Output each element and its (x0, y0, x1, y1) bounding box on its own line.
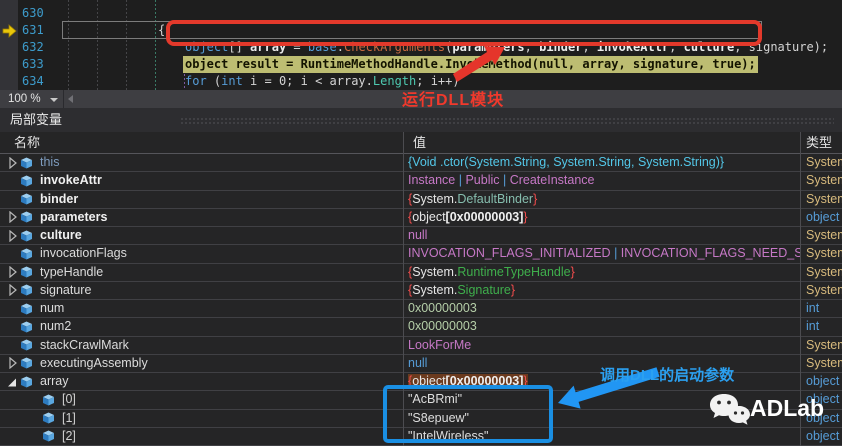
variable-name: executingAssembly (40, 355, 148, 370)
expander-collapsed-icon[interactable] (6, 156, 20, 169)
variable-name: num (40, 301, 65, 316)
variable-value: 0x00000003 (408, 301, 477, 315)
current-statement-arrow-icon (2, 24, 17, 38)
variable-name: invocationFlags (40, 246, 127, 261)
variable-type: System (806, 337, 842, 352)
variable-icon (21, 284, 32, 296)
variable-name: signature (40, 282, 92, 297)
variable-type: System (806, 246, 842, 261)
vs-debugger-screen: 630 { 631 object[] array = base.CheckArg… (0, 0, 842, 446)
variable-icon (21, 357, 32, 369)
variable-name: num2 (40, 319, 72, 334)
panel-grip-dots (180, 117, 834, 125)
variable-icon (21, 193, 32, 205)
variable-value: null (408, 228, 428, 242)
blue-annotation-label: 调用DLL的启动参数 (600, 367, 735, 384)
expander-collapsed-icon[interactable] (6, 211, 20, 224)
variable-icon (21, 266, 32, 278)
variable-icon (21, 230, 32, 242)
variable-type: System (806, 355, 842, 370)
variable-name: invokeAttr (40, 173, 102, 188)
column-header-value[interactable]: 值 (413, 132, 426, 154)
variable-type: object (806, 209, 840, 224)
variable-icon (21, 248, 32, 260)
locals-row-this[interactable]: this {Void .ctor(System.String, System.S… (0, 154, 842, 173)
chevron-down-icon (50, 98, 58, 102)
variable-name: typeHandle (40, 264, 104, 279)
variable-type: System (806, 173, 842, 188)
variable-icon (21, 157, 32, 169)
variable-type: System (806, 191, 842, 206)
column-header-name[interactable]: 名称 (14, 132, 40, 154)
variable-value: System. (412, 264, 458, 279)
locals-row-num[interactable]: num 0x00000003 int (0, 300, 842, 319)
variable-icon (21, 321, 32, 333)
locals-row-culture[interactable]: culture null System (0, 227, 842, 246)
variable-value: LookForMe (408, 337, 472, 352)
variable-icon (21, 175, 32, 187)
code-line: 634 { (0, 56, 842, 88)
locals-row-invocationFlags[interactable]: invocationFlags INVOCATION_FLAGS_INITIAL… (0, 245, 842, 264)
variable-type: object (806, 374, 840, 388)
variable-value: object (412, 209, 446, 224)
red-annotation-arrow (453, 46, 505, 82)
variable-name: [2] (62, 428, 76, 443)
variable-icon (21, 339, 32, 351)
variable-name: stackCrawlMark (40, 337, 129, 352)
expander-expanded-icon[interactable] (6, 376, 20, 388)
expander-collapsed-icon[interactable] (6, 229, 20, 242)
variable-value: System. (412, 191, 458, 206)
variable-icon (43, 430, 54, 442)
variable-value: INVOCATION_FLAGS_INITIALIZED (408, 246, 611, 261)
zoom-dropdown-button[interactable] (46, 90, 62, 108)
variable-name: culture (40, 228, 82, 243)
variable-type: System (806, 228, 842, 242)
locals-row-stackCrawlMark[interactable]: stackCrawlMark LookForMe System (0, 337, 842, 355)
locals-row-typeHandle[interactable]: typeHandle {System.RuntimeTypeHandle} Sy… (0, 264, 842, 282)
column-header-type[interactable]: 类型 (806, 132, 832, 154)
variable-value: 0x00000003 (408, 319, 477, 334)
variable-type: int (806, 301, 820, 315)
variable-icon (43, 394, 54, 406)
wechat-logo-icon (710, 394, 750, 425)
variable-name: [0] (62, 392, 76, 407)
variable-type: System (806, 155, 842, 169)
zoom-level-control[interactable]: 100 % (0, 90, 44, 108)
variable-name: binder (40, 191, 79, 206)
variable-type: System (806, 282, 842, 297)
variable-icon (21, 211, 32, 223)
variable-value: System. (412, 282, 458, 297)
variable-name: this (40, 155, 60, 170)
variable-type: object (806, 428, 840, 443)
variable-value: null (408, 355, 428, 370)
adlab-watermark-text: ADLab (750, 395, 825, 421)
variable-type: int (806, 319, 820, 334)
variable-name: [1] (62, 410, 76, 425)
locals-row-binder[interactable]: binder {System.DefaultBinder} System (0, 191, 842, 209)
locals-row-invokeAttr[interactable]: invokeAttr Instance | Public | CreateIns… (0, 172, 842, 191)
locals-row-num2[interactable]: num2 0x00000003 int (0, 318, 842, 337)
expander-collapsed-icon[interactable] (6, 266, 20, 279)
red-annotation-label: 运行DLL模块 (402, 92, 505, 109)
locals-panel-header[interactable]: 局部变量 (0, 108, 842, 132)
expander-collapsed-icon[interactable] (6, 357, 20, 370)
locals-row-signature[interactable]: signature {System.Signature} System (0, 282, 842, 300)
variable-value: Instance (408, 173, 456, 188)
code-editor[interactable]: 630 { 631 object[] array = base.CheckArg… (0, 0, 842, 90)
expander-collapsed-icon[interactable] (6, 284, 20, 297)
variable-type: System (806, 264, 842, 279)
variable-name: parameters (40, 209, 108, 224)
locals-row-parameters[interactable]: parameters {object[0x00000003]} object (0, 209, 842, 227)
variable-icon (21, 376, 32, 388)
locals-panel-title: 局部变量 (10, 112, 63, 127)
blue-annotation-box (383, 385, 553, 443)
variable-value: {Void .ctor(System.String, System.String… (408, 155, 725, 169)
divider (63, 90, 64, 108)
variable-icon (21, 303, 32, 315)
scrollbar-left-arrow-icon[interactable] (68, 95, 73, 103)
variable-icon (43, 412, 54, 424)
variable-name: array (40, 374, 69, 389)
locals-column-headers: 名称 值 类型 (0, 132, 842, 154)
